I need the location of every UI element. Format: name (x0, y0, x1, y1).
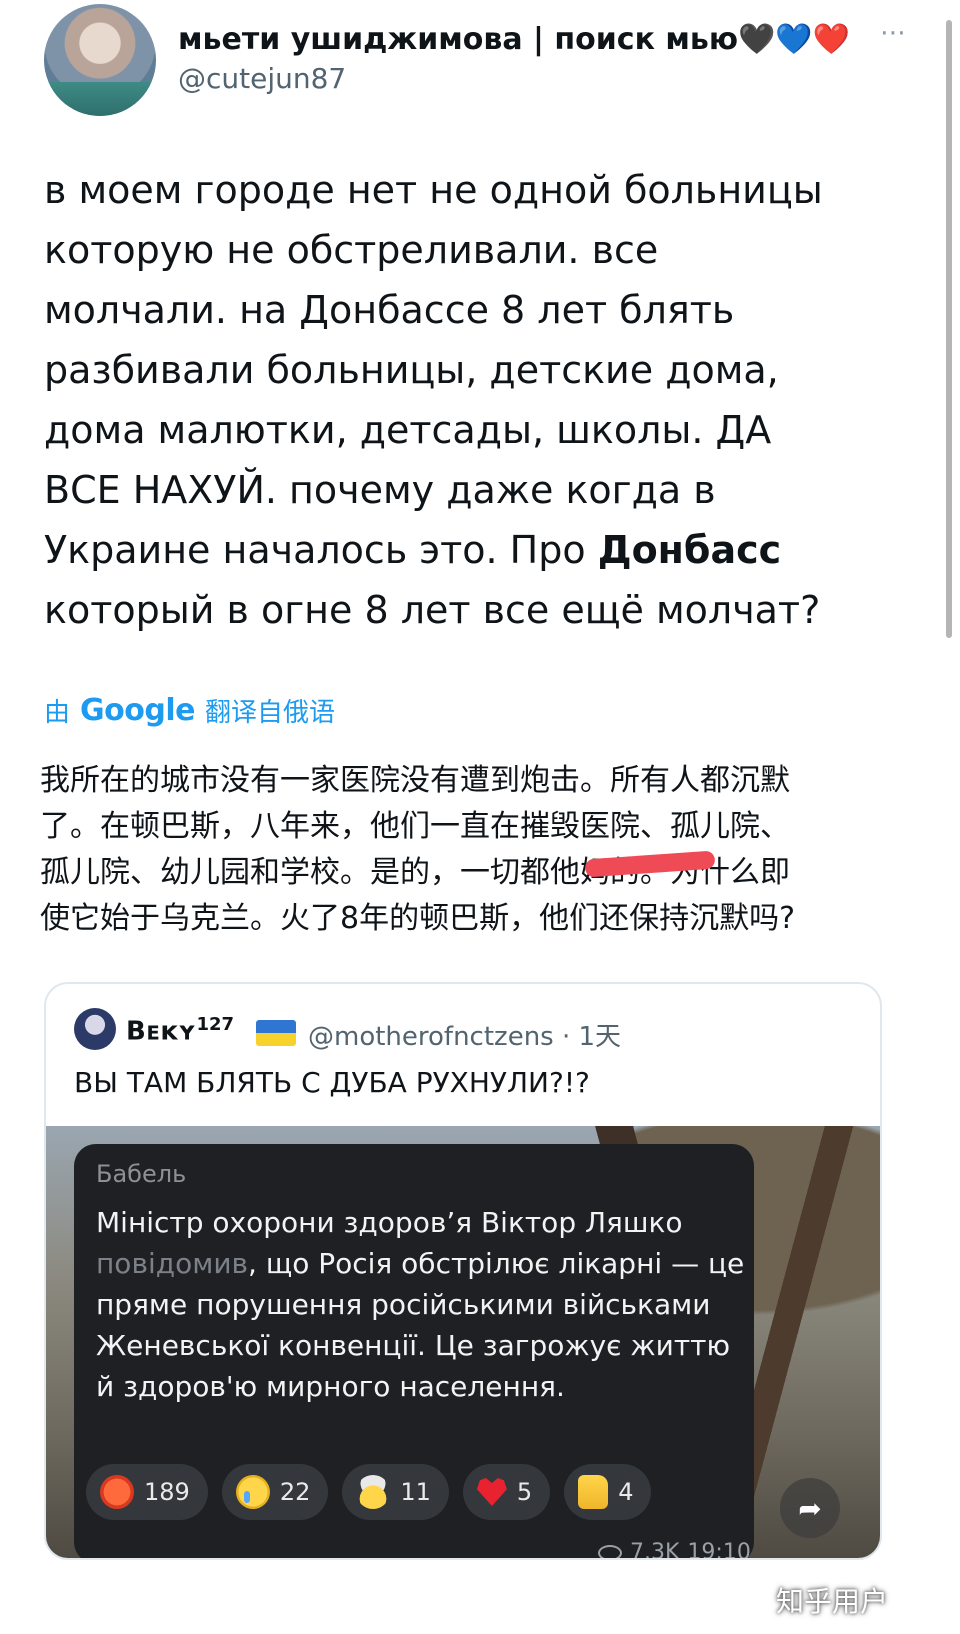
tweet-line: который в огне 8 лет все ещё молчат? (44, 588, 821, 632)
tweet-line: Украине началось это. Про Донбасс (44, 520, 924, 580)
reaction-count: 22 (279, 1478, 311, 1506)
quoted-tweet[interactable]: Bᴇᴋʏ127 @motherofnctzens · 1天 ВЫ ТАМ БЛЯ… (44, 982, 882, 1560)
quote-author-name: Bᴇᴋʏ127 (126, 1014, 234, 1047)
quote-author-avatar (74, 1008, 116, 1050)
post-time: 19:10 (687, 1540, 751, 1560)
news-meta: 7.3K 19:10 (598, 1540, 751, 1560)
quote-text: ВЫ ТАМ БЛЯТЬ С ДУБА РУХНУЛИ?!? (74, 1066, 590, 1099)
translate-suffix: 翻译自俄语 (204, 697, 335, 728)
reaction-angry: 189 (86, 1464, 208, 1520)
news-text: Міністр охорони здоров’я Віктор Ляшко по… (96, 1202, 746, 1407)
reaction-cry: 22 (221, 1464, 329, 1520)
share-arrow-icon: ➦ (780, 1478, 840, 1538)
tweet-line: в моем городе нет не одной больницы (44, 168, 823, 212)
tweet-line: молчали. на Донбассе 8 лет блять (44, 288, 735, 332)
tweet-line: которую не обстреливали. все (44, 228, 659, 272)
scrollbar[interactable] (946, 20, 952, 638)
view-count: 7.3K (630, 1540, 680, 1560)
hashtag-donbass[interactable]: Донбасс (598, 528, 781, 572)
zhihu-watermark: 知乎用户 (776, 1585, 889, 1618)
translated-by-google[interactable]: 由 Google 翻译自俄语 (44, 690, 335, 730)
tweet-line: ВСЕ НАХУЙ. почему даже когда в (44, 468, 716, 512)
translate-prefix: 由 (44, 697, 71, 728)
angry-face-icon (100, 1475, 134, 1509)
quote-author-name-text: Bᴇᴋʏ (126, 1016, 197, 1047)
translation-line: 了。在顿巴斯，八年来，他们一直在摧毁医院、孤儿院、 (40, 809, 790, 844)
news-text-start: Міністр охорони здоров’я Віктор Ляшко (96, 1206, 683, 1239)
news-link: повідомив (96, 1247, 249, 1280)
tweet-text: в моем городе нет не одной больницы кото… (44, 160, 924, 640)
news-post-card: Бабель Міністр охорони здоров’я Віктор Л… (74, 1144, 754, 1560)
reaction-count: 189 (144, 1478, 190, 1506)
reaction-count: 4 (618, 1478, 634, 1506)
quote-author-handle: @motherofnctzens · 1天 (308, 1022, 622, 1052)
tweet-line: дома малютки, детсады, школы. ДА (44, 408, 772, 452)
quote-image[interactable]: Бабель Міністр охорони здоров’я Віктор Л… (46, 1126, 880, 1558)
news-source: Бабель (96, 1160, 187, 1188)
tweet-line: разбивали больницы, детские дома, (44, 348, 779, 392)
quote-author-name-sup: 127 (196, 1014, 235, 1035)
author-handle[interactable]: @cutejun87 (178, 62, 346, 95)
reactions-bar: 189 22 11 5 4 (86, 1464, 652, 1520)
translated-text: 我所在的城市没有一家医院没有遭到炮击。所有人都沉默 了。在顿巴斯，八年来，他们一… (40, 758, 920, 942)
author-name[interactable]: мьети ушиджимова | поиск мью🖤💙❤️ (178, 22, 850, 57)
translation-line: 我所在的城市没有一家医院没有遭到炮击。所有人都沉默 (40, 763, 790, 798)
exploding-head-icon (356, 1475, 391, 1509)
thumbs-up-icon (578, 1475, 609, 1509)
translation-line: 使它始于乌克兰。火了8年的顿巴斯，他们还保持沉默吗? (40, 901, 796, 936)
crying-face-icon (235, 1475, 270, 1509)
more-options-icon[interactable]: ⋯ (880, 18, 906, 48)
author-avatar[interactable] (44, 4, 156, 116)
heart-icon (476, 1478, 507, 1506)
ukraine-flag-icon (256, 1020, 296, 1046)
reaction-heart: 5 (462, 1464, 551, 1520)
tweet-line-text: Украине началось это. Про (44, 528, 598, 572)
reaction-exploding-head: 11 (342, 1464, 449, 1520)
reaction-thumbs-up: 4 (564, 1464, 652, 1520)
reaction-count: 5 (516, 1478, 533, 1506)
eye-icon (598, 1544, 622, 1558)
translation-line: 孤儿院、幼儿园和学校。是的，一切都他妈的。为什么即 (40, 855, 790, 890)
google-logo: Google (80, 692, 195, 728)
reaction-count: 11 (400, 1478, 431, 1506)
